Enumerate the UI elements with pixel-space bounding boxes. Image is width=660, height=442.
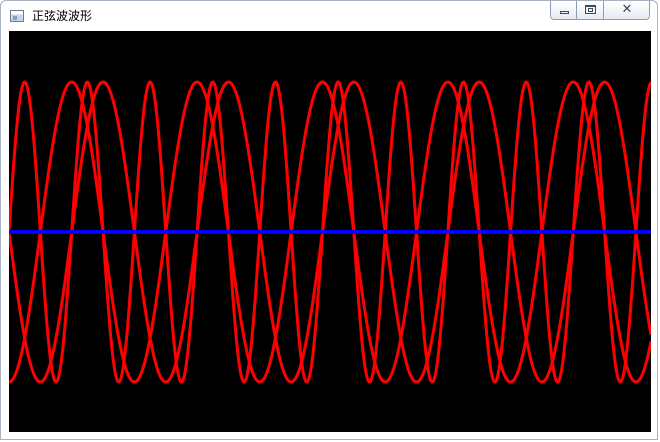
close-icon: ✕	[621, 2, 633, 17]
restore-icon	[585, 5, 596, 14]
title-bar[interactable]: 正弦波波形 ✕	[1, 1, 657, 31]
minimize-icon	[560, 11, 569, 14]
application-window: 正弦波波形 ✕	[0, 0, 658, 440]
waveform-canvas	[9, 31, 651, 432]
sine-wave-plot	[9, 80, 651, 384]
app-window-icon	[10, 10, 24, 22]
maximize-button[interactable]	[577, 1, 604, 20]
minimize-button[interactable]	[550, 1, 577, 20]
close-button[interactable]: ✕	[604, 1, 650, 20]
window-title: 正弦波波形	[32, 9, 93, 23]
caption-buttons: ✕	[550, 1, 650, 21]
